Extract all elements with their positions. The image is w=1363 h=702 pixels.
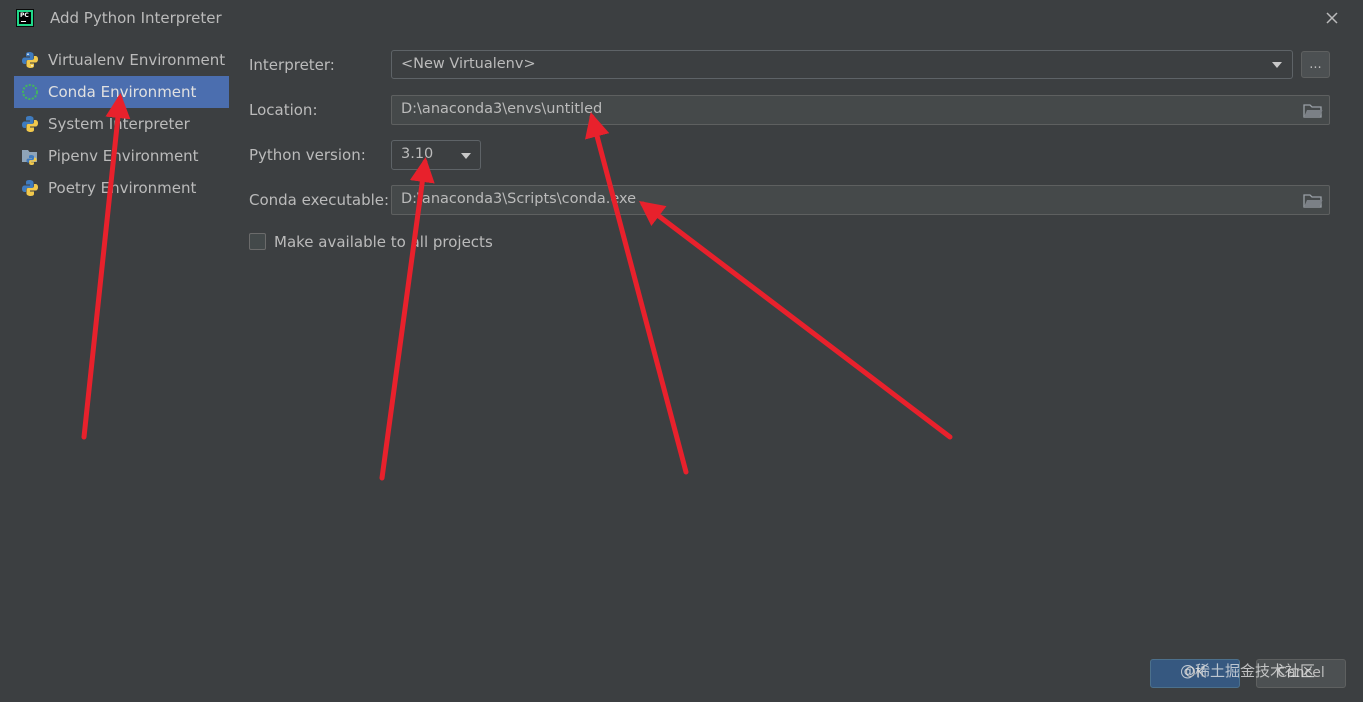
sidebar-item-label: Virtualenv Environment xyxy=(48,51,226,69)
conda-executable-value: D:\anaconda3\Scripts\conda.exe xyxy=(401,191,637,207)
make-available-checkbox[interactable] xyxy=(249,233,266,250)
python-version-label: Python version: xyxy=(249,146,366,164)
python-icon xyxy=(22,180,38,196)
close-icon[interactable] xyxy=(1322,8,1342,28)
folder-icon[interactable] xyxy=(1303,193,1323,209)
sidebar-item-system[interactable]: System Interpreter xyxy=(14,108,229,140)
make-available-label[interactable]: Make available to all projects xyxy=(274,233,493,251)
conda-executable-label: Conda executable: xyxy=(249,191,390,209)
location-value: D:\anaconda3\envs\untitled xyxy=(401,101,603,117)
environment-type-list: Virtualenv Environment Conda Environment… xyxy=(14,44,229,204)
conda-executable-field[interactable]: D:\anaconda3\Scripts\conda.exe xyxy=(391,185,1330,215)
sidebar-item-poetry[interactable]: Poetry Environment xyxy=(14,172,229,204)
watermark: @稀土掘金技术社区 xyxy=(1180,662,1316,680)
sidebar-item-label: Pipenv Environment xyxy=(48,147,199,165)
annotation-arrow xyxy=(585,112,689,475)
python-version-select[interactable]: 3.10 xyxy=(391,140,481,170)
interpreter-label: Interpreter: xyxy=(249,56,335,74)
sidebar-item-label: Conda Environment xyxy=(48,83,197,101)
pipenv-icon xyxy=(22,150,37,165)
interpreter-select[interactable]: <New Virtualenv> xyxy=(391,50,1293,79)
sidebar-item-pipenv[interactable]: Pipenv Environment xyxy=(14,140,229,172)
location-field[interactable]: D:\anaconda3\envs\untitled xyxy=(391,95,1330,125)
python-icon xyxy=(22,116,38,132)
window-title: Add Python Interpreter xyxy=(50,9,222,27)
interpreter-value: <New Virtualenv> xyxy=(401,56,536,72)
chevron-down-icon xyxy=(461,153,471,159)
location-label: Location: xyxy=(249,101,318,119)
conda-icon xyxy=(22,84,38,100)
sidebar-item-virtualenv[interactable]: Virtualenv Environment xyxy=(14,44,229,76)
sidebar-item-conda[interactable]: Conda Environment xyxy=(14,76,229,108)
pycharm-icon: PC xyxy=(16,9,34,27)
folder-icon[interactable] xyxy=(1303,103,1323,119)
python-version-value: 3.10 xyxy=(401,146,434,162)
python-icon xyxy=(22,52,38,68)
chevron-down-icon xyxy=(1272,62,1282,68)
browse-interpreter-button[interactable]: ... xyxy=(1301,51,1330,78)
sidebar-item-label: Poetry Environment xyxy=(48,179,197,197)
sidebar-item-label: System Interpreter xyxy=(48,115,190,133)
title-bar: PC Add Python Interpreter xyxy=(0,0,1363,36)
annotation-arrow xyxy=(639,200,953,440)
